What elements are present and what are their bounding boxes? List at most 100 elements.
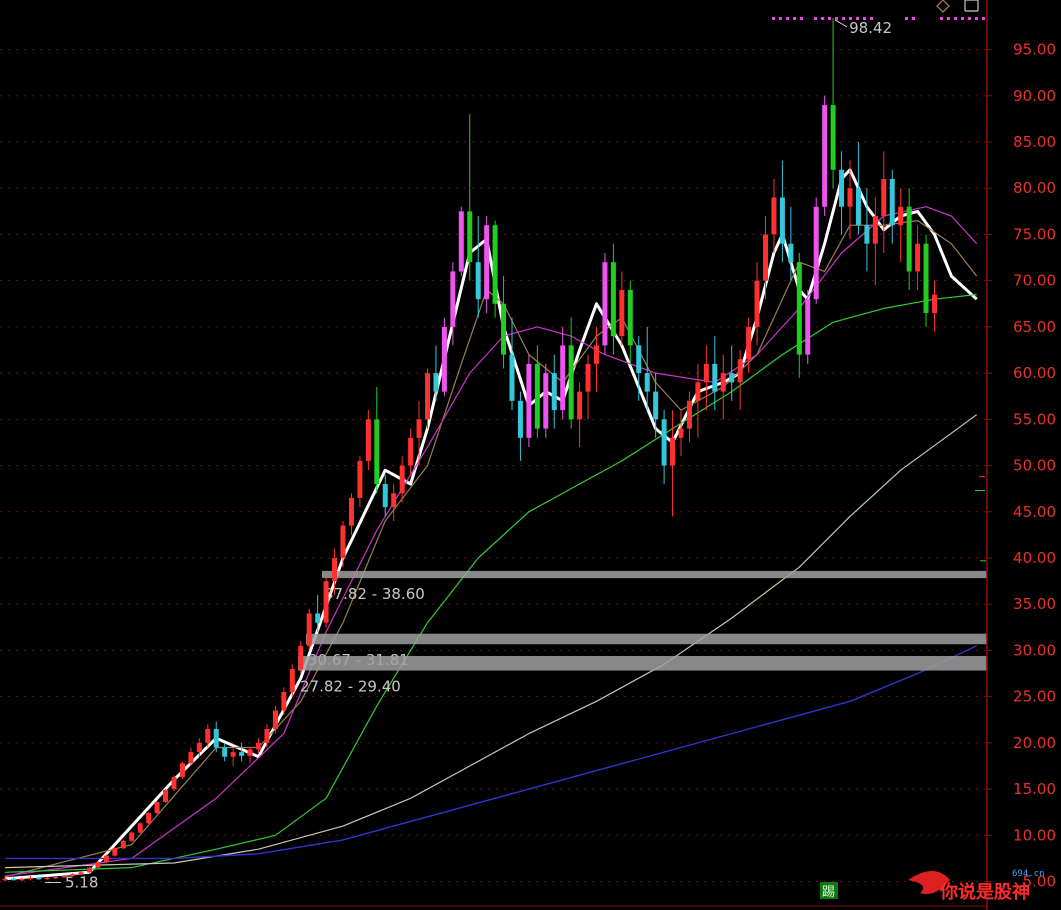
candle-body	[653, 391, 659, 420]
candle-body	[103, 855, 109, 863]
candle-body	[813, 206, 819, 300]
signal-dot	[814, 17, 817, 20]
candle-body	[585, 363, 591, 392]
candle-body	[534, 363, 540, 429]
tick-label: 10.00	[1013, 826, 1056, 844]
candlestick-chart: 37.82 - 38.6030.67 - 31.8127.82 - 29.40 …	[0, 0, 1061, 910]
candle-body	[188, 752, 194, 764]
candle-body	[95, 862, 101, 868]
candle-body	[112, 848, 118, 856]
footer-badge-label: 踢	[822, 885, 835, 900]
signal-dot	[835, 17, 838, 20]
candle-body	[10, 878, 16, 881]
candle-body	[923, 243, 929, 314]
candle-body	[374, 419, 380, 485]
price-zone-band	[306, 633, 987, 645]
candle-body	[256, 742, 261, 750]
candle-body	[408, 437, 414, 466]
candle-body	[2, 878, 8, 881]
candle-body	[196, 742, 202, 753]
candle-body	[382, 484, 388, 508]
candle-body	[847, 188, 853, 207]
tick-label: 75.00	[1013, 225, 1056, 243]
candle-body	[171, 777, 177, 790]
signal-dot	[912, 17, 915, 20]
candle-body	[289, 668, 295, 693]
candle-body	[796, 262, 802, 355]
candle-body	[492, 225, 498, 304]
candle-body	[686, 400, 692, 429]
candle-body	[36, 877, 42, 880]
signal-dot	[863, 17, 866, 20]
signal-dot	[821, 17, 824, 20]
candle-body	[416, 419, 422, 438]
chart-background	[0, 0, 1061, 910]
signal-dot	[772, 17, 775, 20]
candle-body	[661, 419, 667, 466]
tick-label: 20.00	[1013, 734, 1056, 752]
candle-body	[594, 345, 599, 364]
candle-body	[163, 790, 169, 803]
signal-dot	[828, 17, 831, 20]
low-label: 5.18	[65, 874, 98, 892]
tick-label: 55.00	[1013, 410, 1056, 428]
candle-body	[526, 363, 532, 438]
candle-body	[644, 373, 650, 392]
candle-body	[864, 225, 870, 244]
candle-body	[129, 832, 135, 841]
signal-dot	[905, 17, 908, 20]
candle-body	[551, 373, 557, 411]
signal-dot	[947, 17, 950, 20]
candle-body	[763, 234, 768, 281]
candle-body	[213, 728, 219, 748]
candle-body	[87, 867, 92, 873]
high-label: 98.42	[849, 19, 892, 37]
candle-body	[703, 363, 709, 383]
watermark-brand: 你说是股神	[939, 881, 1030, 903]
candle-body	[264, 728, 270, 743]
candle-body	[610, 262, 616, 337]
candle-body	[720, 373, 726, 392]
signal-dot	[954, 17, 957, 20]
price-zone-band	[298, 655, 987, 671]
candle-body	[568, 345, 574, 420]
candle-body	[560, 345, 566, 411]
candle-body	[501, 303, 507, 355]
signal-dot	[975, 17, 978, 20]
tick-label: 70.00	[1013, 272, 1056, 290]
candle-body	[433, 373, 439, 392]
candle-body	[399, 465, 405, 494]
candle-body	[27, 877, 33, 880]
signal-dot	[849, 17, 852, 20]
candle-body	[746, 326, 752, 360]
candle-body	[315, 613, 321, 623]
candle-body	[898, 206, 904, 226]
candle-body	[44, 877, 50, 880]
candle-body	[19, 878, 25, 881]
candle-body	[298, 645, 304, 669]
signal-dot	[961, 17, 964, 20]
candle-body	[932, 294, 937, 314]
tick-label: 30.00	[1013, 641, 1056, 659]
zone-label: 37.82 - 38.60	[324, 585, 425, 603]
candle-body	[872, 215, 878, 244]
candle-body	[779, 197, 785, 244]
candle-body	[737, 359, 743, 383]
tick-label: 35.00	[1013, 595, 1056, 613]
candle-body	[281, 692, 287, 711]
signal-dot	[779, 17, 782, 20]
signal-dot	[940, 17, 943, 20]
candle-body	[230, 752, 236, 757]
candle-body	[348, 497, 354, 526]
tick-label: 60.00	[1013, 364, 1056, 382]
candle-body	[272, 710, 278, 729]
candle-body	[543, 373, 549, 429]
tick-label: 95.00	[1013, 41, 1056, 59]
candle-body	[205, 728, 211, 743]
tick-label: 40.00	[1013, 549, 1056, 567]
price-zone-band	[322, 570, 987, 579]
candle-body	[517, 400, 523, 438]
signal-dot	[870, 17, 873, 20]
candle-body	[619, 289, 625, 337]
tick-label: 15.00	[1013, 780, 1056, 798]
